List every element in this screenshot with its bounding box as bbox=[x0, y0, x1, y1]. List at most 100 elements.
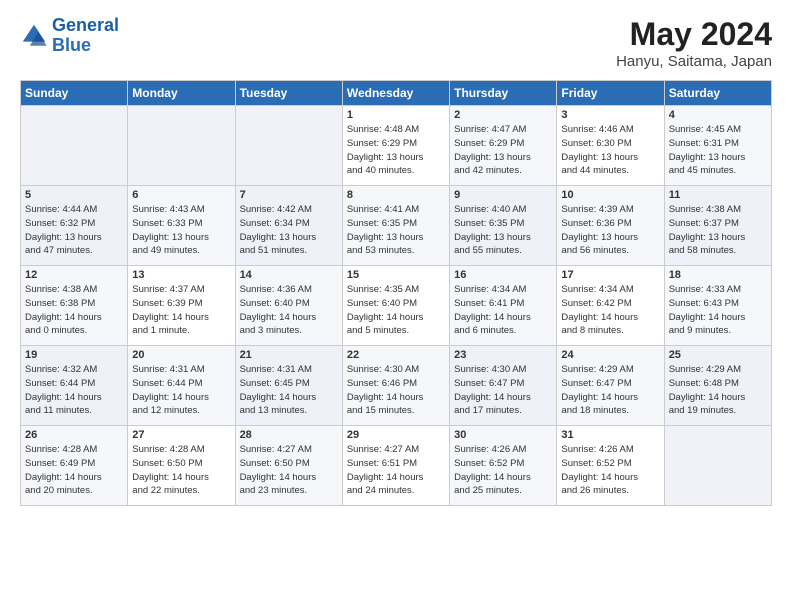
calendar-cell: 7Sunrise: 4:42 AM Sunset: 6:34 PM Daylig… bbox=[235, 186, 342, 266]
day-info: Sunrise: 4:38 AM Sunset: 6:38 PM Dayligh… bbox=[25, 283, 123, 338]
weekday-header-thursday: Thursday bbox=[450, 81, 557, 106]
location: Hanyu, Saitama, Japan bbox=[616, 53, 772, 70]
day-number: 19 bbox=[25, 349, 123, 361]
day-info: Sunrise: 4:32 AM Sunset: 6:44 PM Dayligh… bbox=[25, 363, 123, 418]
calendar-cell: 15 Sunrise: 4:35 AM Sunset: 6:40 PM Dayli… bbox=[342, 266, 449, 346]
day-info: Sunrise: 4:27 AM Sunset: 6:50 PM Dayligh… bbox=[240, 443, 338, 498]
logo-text: General Blue bbox=[52, 16, 119, 56]
calendar-cell: 8Sunrise: 4:41 AM Sunset: 6:35 PM Daylig… bbox=[342, 186, 449, 266]
calendar-week-5: 26 Sunrise: 4:28 AM Sunset: 6:49 PM Dayli… bbox=[21, 426, 772, 506]
day-number: 14 bbox=[240, 269, 338, 281]
day-number: 18 bbox=[669, 269, 767, 281]
logo: General Blue bbox=[20, 16, 119, 56]
day-info: Sunrise: 4:36 AM Sunset: 6:40 PM Dayligh… bbox=[240, 283, 338, 338]
day-number: 12 bbox=[25, 269, 123, 281]
calendar-cell: 27Sunrise: 4:28 AM Sunset: 6:50 PM Dayli… bbox=[128, 426, 235, 506]
day-info: Sunrise: 4:42 AM Sunset: 6:34 PM Dayligh… bbox=[240, 203, 338, 258]
day-info: Sunrise: 4:26 AM Sunset: 6:52 PM Dayligh… bbox=[454, 443, 552, 498]
day-number: 2 bbox=[454, 109, 552, 121]
day-info: Sunrise: 4:33 AM Sunset: 6:43 PM Dayligh… bbox=[669, 283, 767, 338]
calendar-cell: 1Sunrise: 4:48 AM Sunset: 6:29 PM Daylig… bbox=[342, 106, 449, 186]
day-number: 4 bbox=[669, 109, 767, 121]
day-info: Sunrise: 4:47 AM Sunset: 6:29 PM Dayligh… bbox=[454, 123, 552, 178]
day-info: Sunrise: 4:40 AM Sunset: 6:35 PM Dayligh… bbox=[454, 203, 552, 258]
calendar-cell: 26 Sunrise: 4:28 AM Sunset: 6:49 PM Dayli… bbox=[21, 426, 128, 506]
day-number: 17 bbox=[561, 269, 659, 281]
calendar-cell bbox=[235, 106, 342, 186]
day-number: 11 bbox=[669, 189, 767, 201]
day-number: 28 bbox=[240, 429, 338, 441]
calendar-cell: 18 Sunrise: 4:33 AM Sunset: 6:43 PM Dayli… bbox=[664, 266, 771, 346]
calendar-cell: 22 Sunrise: 4:30 AM Sunset: 6:46 PM Dayli… bbox=[342, 346, 449, 426]
weekday-header-friday: Friday bbox=[557, 81, 664, 106]
calendar-cell: 9 Sunrise: 4:40 AM Sunset: 6:35 PM Daylig… bbox=[450, 186, 557, 266]
day-info: Sunrise: 4:37 AM Sunset: 6:39 PM Dayligh… bbox=[132, 283, 230, 338]
calendar-cell: 12 Sunrise: 4:38 AM Sunset: 6:38 PM Dayli… bbox=[21, 266, 128, 346]
calendar-week-1: 1Sunrise: 4:48 AM Sunset: 6:29 PM Daylig… bbox=[21, 106, 772, 186]
calendar-cell: 6 Sunrise: 4:43 AM Sunset: 6:33 PM Daylig… bbox=[128, 186, 235, 266]
day-number: 6 bbox=[132, 189, 230, 201]
calendar-cell: 23 Sunrise: 4:30 AM Sunset: 6:47 PM Dayli… bbox=[450, 346, 557, 426]
day-info: Sunrise: 4:43 AM Sunset: 6:33 PM Dayligh… bbox=[132, 203, 230, 258]
day-info: Sunrise: 4:29 AM Sunset: 6:48 PM Dayligh… bbox=[669, 363, 767, 418]
calendar-cell: 11 Sunrise: 4:38 AM Sunset: 6:37 PM Dayli… bbox=[664, 186, 771, 266]
day-info: Sunrise: 4:27 AM Sunset: 6:51 PM Dayligh… bbox=[347, 443, 445, 498]
day-number: 15 bbox=[347, 269, 445, 281]
title-block: May 2024 Hanyu, Saitama, Japan bbox=[616, 16, 772, 70]
day-info: Sunrise: 4:28 AM Sunset: 6:49 PM Dayligh… bbox=[25, 443, 123, 498]
calendar-cell: 4 Sunrise: 4:45 AM Sunset: 6:31 PM Daylig… bbox=[664, 106, 771, 186]
weekday-header-wednesday: Wednesday bbox=[342, 81, 449, 106]
calendar-cell: 29 Sunrise: 4:27 AM Sunset: 6:51 PM Dayli… bbox=[342, 426, 449, 506]
day-number: 23 bbox=[454, 349, 552, 361]
day-number: 31 bbox=[561, 429, 659, 441]
day-info: Sunrise: 4:44 AM Sunset: 6:32 PM Dayligh… bbox=[25, 203, 123, 258]
day-info: Sunrise: 4:35 AM Sunset: 6:40 PM Dayligh… bbox=[347, 283, 445, 338]
calendar-cell: 20 Sunrise: 4:31 AM Sunset: 6:44 PM Dayli… bbox=[128, 346, 235, 426]
day-number: 3 bbox=[561, 109, 659, 121]
calendar-cell: 13 Sunrise: 4:37 AM Sunset: 6:39 PM Dayli… bbox=[128, 266, 235, 346]
calendar-week-4: 19 Sunrise: 4:32 AM Sunset: 6:44 PM Dayli… bbox=[21, 346, 772, 426]
day-info: Sunrise: 4:38 AM Sunset: 6:37 PM Dayligh… bbox=[669, 203, 767, 258]
day-number: 9 bbox=[454, 189, 552, 201]
weekday-header-tuesday: Tuesday bbox=[235, 81, 342, 106]
month-title: May 2024 bbox=[616, 16, 772, 53]
day-info: Sunrise: 4:30 AM Sunset: 6:47 PM Dayligh… bbox=[454, 363, 552, 418]
day-info: Sunrise: 4:34 AM Sunset: 6:41 PM Dayligh… bbox=[454, 283, 552, 338]
day-number: 27 bbox=[132, 429, 230, 441]
day-number: 5 bbox=[25, 189, 123, 201]
day-info: Sunrise: 4:39 AM Sunset: 6:36 PM Dayligh… bbox=[561, 203, 659, 258]
day-number: 24 bbox=[561, 349, 659, 361]
weekday-header-row: SundayMondayTuesdayWednesdayThursdayFrid… bbox=[21, 81, 772, 106]
calendar-cell: 25Sunrise: 4:29 AM Sunset: 6:48 PM Dayli… bbox=[664, 346, 771, 426]
day-info: Sunrise: 4:46 AM Sunset: 6:30 PM Dayligh… bbox=[561, 123, 659, 178]
calendar-cell bbox=[21, 106, 128, 186]
day-info: Sunrise: 4:31 AM Sunset: 6:44 PM Dayligh… bbox=[132, 363, 230, 418]
calendar-cell: 2 Sunrise: 4:47 AM Sunset: 6:29 PM Daylig… bbox=[450, 106, 557, 186]
calendar-cell: 16 Sunrise: 4:34 AM Sunset: 6:41 PM Dayli… bbox=[450, 266, 557, 346]
calendar-cell bbox=[128, 106, 235, 186]
calendar-cell: 17Sunrise: 4:34 AM Sunset: 6:42 PM Dayli… bbox=[557, 266, 664, 346]
logo-icon bbox=[20, 22, 48, 50]
calendar-cell: 3 Sunrise: 4:46 AM Sunset: 6:30 PM Daylig… bbox=[557, 106, 664, 186]
calendar-cell: 5 Sunrise: 4:44 AM Sunset: 6:32 PM Daylig… bbox=[21, 186, 128, 266]
weekday-header-monday: Monday bbox=[128, 81, 235, 106]
calendar-cell: 31 Sunrise: 4:26 AM Sunset: 6:52 PM Dayli… bbox=[557, 426, 664, 506]
day-number: 22 bbox=[347, 349, 445, 361]
day-number: 10 bbox=[561, 189, 659, 201]
day-number: 20 bbox=[132, 349, 230, 361]
day-number: 16 bbox=[454, 269, 552, 281]
calendar-week-2: 5 Sunrise: 4:44 AM Sunset: 6:32 PM Daylig… bbox=[21, 186, 772, 266]
day-info: Sunrise: 4:30 AM Sunset: 6:46 PM Dayligh… bbox=[347, 363, 445, 418]
calendar-cell: 28 Sunrise: 4:27 AM Sunset: 6:50 PM Dayli… bbox=[235, 426, 342, 506]
day-info: Sunrise: 4:26 AM Sunset: 6:52 PM Dayligh… bbox=[561, 443, 659, 498]
day-number: 26 bbox=[25, 429, 123, 441]
day-number: 21 bbox=[240, 349, 338, 361]
page: General Blue May 2024 Hanyu, Saitama, Ja… bbox=[0, 0, 792, 516]
calendar-week-3: 12 Sunrise: 4:38 AM Sunset: 6:38 PM Dayli… bbox=[21, 266, 772, 346]
day-number: 13 bbox=[132, 269, 230, 281]
day-info: Sunrise: 4:29 AM Sunset: 6:47 PM Dayligh… bbox=[561, 363, 659, 418]
calendar-cell: 30Sunrise: 4:26 AM Sunset: 6:52 PM Dayli… bbox=[450, 426, 557, 506]
day-info: Sunrise: 4:45 AM Sunset: 6:31 PM Dayligh… bbox=[669, 123, 767, 178]
day-number: 29 bbox=[347, 429, 445, 441]
header: General Blue May 2024 Hanyu, Saitama, Ja… bbox=[20, 16, 772, 70]
